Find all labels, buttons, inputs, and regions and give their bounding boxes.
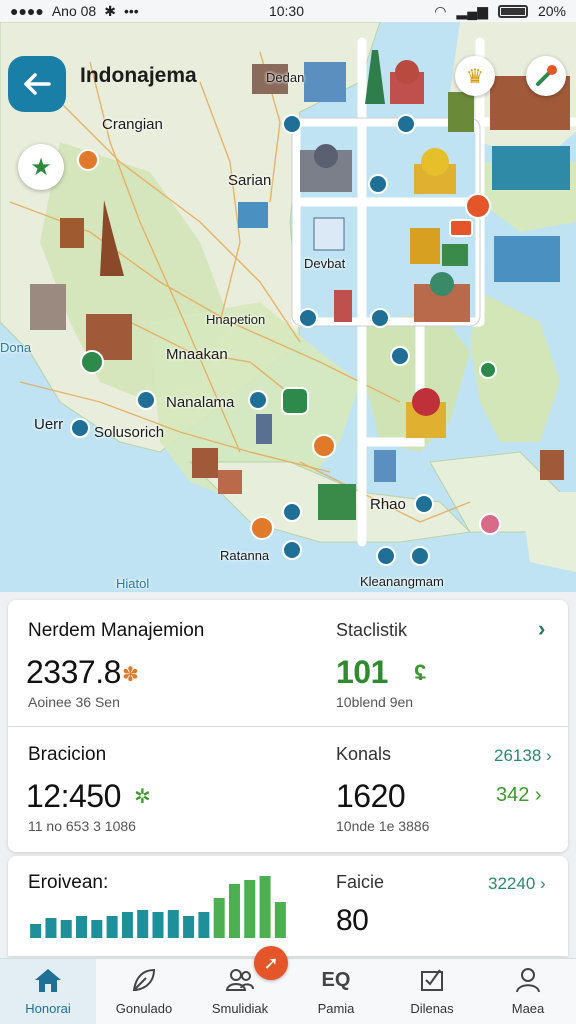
management-value: 2337.8 [26, 654, 121, 690]
bar-14 [228, 884, 240, 938]
management-title: Nerdem Manajemion [28, 620, 205, 641]
nav-label: Smulidiak [211, 1001, 269, 1016]
map-label-uerr[interactable]: Uerr [34, 416, 63, 433]
people-icon [225, 965, 255, 995]
konals-value: 1620 [336, 778, 406, 814]
status-time: 10:30 [268, 3, 304, 19]
leaf-icon [129, 965, 159, 995]
battery-icon [497, 4, 528, 18]
map-label-mnaakan[interactable]: Mnaakan [166, 346, 228, 363]
bar-6 [106, 916, 118, 938]
profile-icon [513, 965, 543, 995]
nav-item-home[interactable]: Honorai [0, 959, 96, 1024]
page-title: Indonajema [80, 64, 197, 87]
status-left-text: Ano 08 [51, 3, 97, 19]
bar-4 [76, 916, 88, 938]
bar-2 [45, 918, 57, 938]
home-icon [33, 965, 63, 995]
chart-card: Eroivean: Faicie 32240 › 80 [8, 856, 568, 956]
faicie-value: 80 [336, 904, 369, 937]
map-label-dona[interactable]: Dona [0, 340, 31, 355]
route-button[interactable] [526, 56, 566, 96]
faicie-link[interactable]: 32240 › [488, 874, 546, 894]
bar-9 [152, 912, 164, 938]
nav-item-maea[interactable]: Maea [480, 959, 576, 1024]
nav-item-dilenas[interactable]: Dilenas [384, 959, 480, 1024]
wifi-icon: ◠ [434, 2, 447, 19]
sparkle-icon: ✲ [134, 786, 151, 808]
signal-icon: ▂▄▆ [456, 2, 488, 19]
nav-label: Dilenas [410, 1001, 454, 1016]
bar-16 [259, 876, 271, 938]
nav-item-pamia[interactable]: EQ Pamia [288, 959, 384, 1024]
nav-label: Pamia [317, 1001, 355, 1016]
more-dots-icon: ••• [123, 3, 139, 19]
route-icon: ➚ [263, 952, 279, 973]
eq-icon: EQ [321, 968, 351, 991]
trend-icon: ʢ [414, 660, 427, 685]
map-label-rhao[interactable]: Rhao [370, 496, 406, 513]
back-button[interactable] [8, 56, 66, 112]
bar-5 [91, 920, 103, 938]
bracicion-value: 12:450 [26, 778, 121, 814]
route-icon [536, 65, 557, 86]
management-subtext: Aoinee 36 Sen [28, 694, 120, 710]
konals-title: Konals [336, 744, 392, 764]
category-filter-button[interactable]: ♛ [455, 56, 495, 96]
battery-text: 20% [537, 3, 566, 19]
check-doc-icon [417, 965, 447, 995]
map-label-sarian[interactable]: Sarian [228, 172, 271, 189]
favorite-button[interactable]: ★ [18, 144, 64, 190]
status-bar: ●●●● Ano 08 ✱ ••• 10:30 ◠ ▂▄▆ 20% [0, 0, 576, 22]
konals-link[interactable]: 26138 › [494, 746, 552, 766]
statistik-value: 101 [336, 654, 388, 690]
bluetooth-icon: ✱ [104, 2, 116, 19]
map-base [0, 22, 576, 572]
bar-8 [137, 910, 149, 938]
bottom-nav: Honorai Gonulado Smulidiak EQ Pamia Dile… [0, 958, 576, 1024]
map-label-hiatol[interactable]: Hiatol [116, 576, 149, 591]
konals-link-2[interactable]: 342 › [496, 784, 542, 807]
bar-1 [30, 924, 42, 938]
divider [8, 726, 568, 727]
bar-11 [183, 916, 195, 938]
map-label-dedan[interactable]: Dedan [266, 70, 304, 85]
bracicion-title: Bracicion [28, 744, 107, 765]
map-label-solusorich[interactable]: Solusorich [94, 424, 164, 441]
paw-icon: ✽ [122, 664, 139, 686]
bar-15 [244, 880, 256, 938]
nav-label: Honorai [25, 1001, 71, 1016]
temple-icon: ♛ [466, 65, 484, 88]
statistik-title: Staclistik [336, 620, 408, 640]
bar-13 [213, 898, 225, 938]
chevron-right-icon[interactable]: › [538, 616, 545, 642]
signal-dots-icon: ●●●● [10, 3, 44, 19]
bar-7 [121, 912, 133, 938]
bar-chart [30, 876, 286, 938]
map-label-kleanangmam[interactable]: Kleanangmam [360, 574, 444, 589]
bar-3 [60, 920, 72, 938]
nav-item-gonulado[interactable]: Gonulado [96, 959, 192, 1024]
map-label-crangian[interactable]: Crangian [102, 116, 163, 133]
nav-label: Maea [511, 1001, 545, 1016]
bracicion-subtext: 11 no 653 3 1086 [28, 818, 136, 834]
map-label-devbat[interactable]: Devbat [304, 256, 345, 271]
bar-17 [274, 902, 286, 938]
arrow-left-icon [24, 73, 51, 95]
map-label-hnapetion[interactable]: Hnapetion [206, 312, 265, 327]
statistik-subtext: 10blend 9en [336, 694, 414, 710]
notification-badge[interactable]: ➚ [254, 946, 288, 980]
map-label-ratanna[interactable]: Ratanna [220, 548, 269, 563]
nav-label: Gonulado [115, 1001, 173, 1016]
map-label-nanalama[interactable]: Nanalama [166, 394, 234, 411]
map-view[interactable]: Indonajema ★ ♛ Crangian Sarian Dedan Dev… [0, 22, 576, 592]
konals-subtext: 10nde 1e 3886 [336, 818, 430, 834]
stats-card: Nerdem Manajemion 2337.8 ✽ Aoinee 36 Sen… [8, 600, 568, 852]
faicie-title: Faicie [336, 872, 385, 892]
bar-10 [167, 910, 179, 938]
star-icon: ★ [30, 153, 52, 181]
bar-12 [198, 912, 210, 938]
